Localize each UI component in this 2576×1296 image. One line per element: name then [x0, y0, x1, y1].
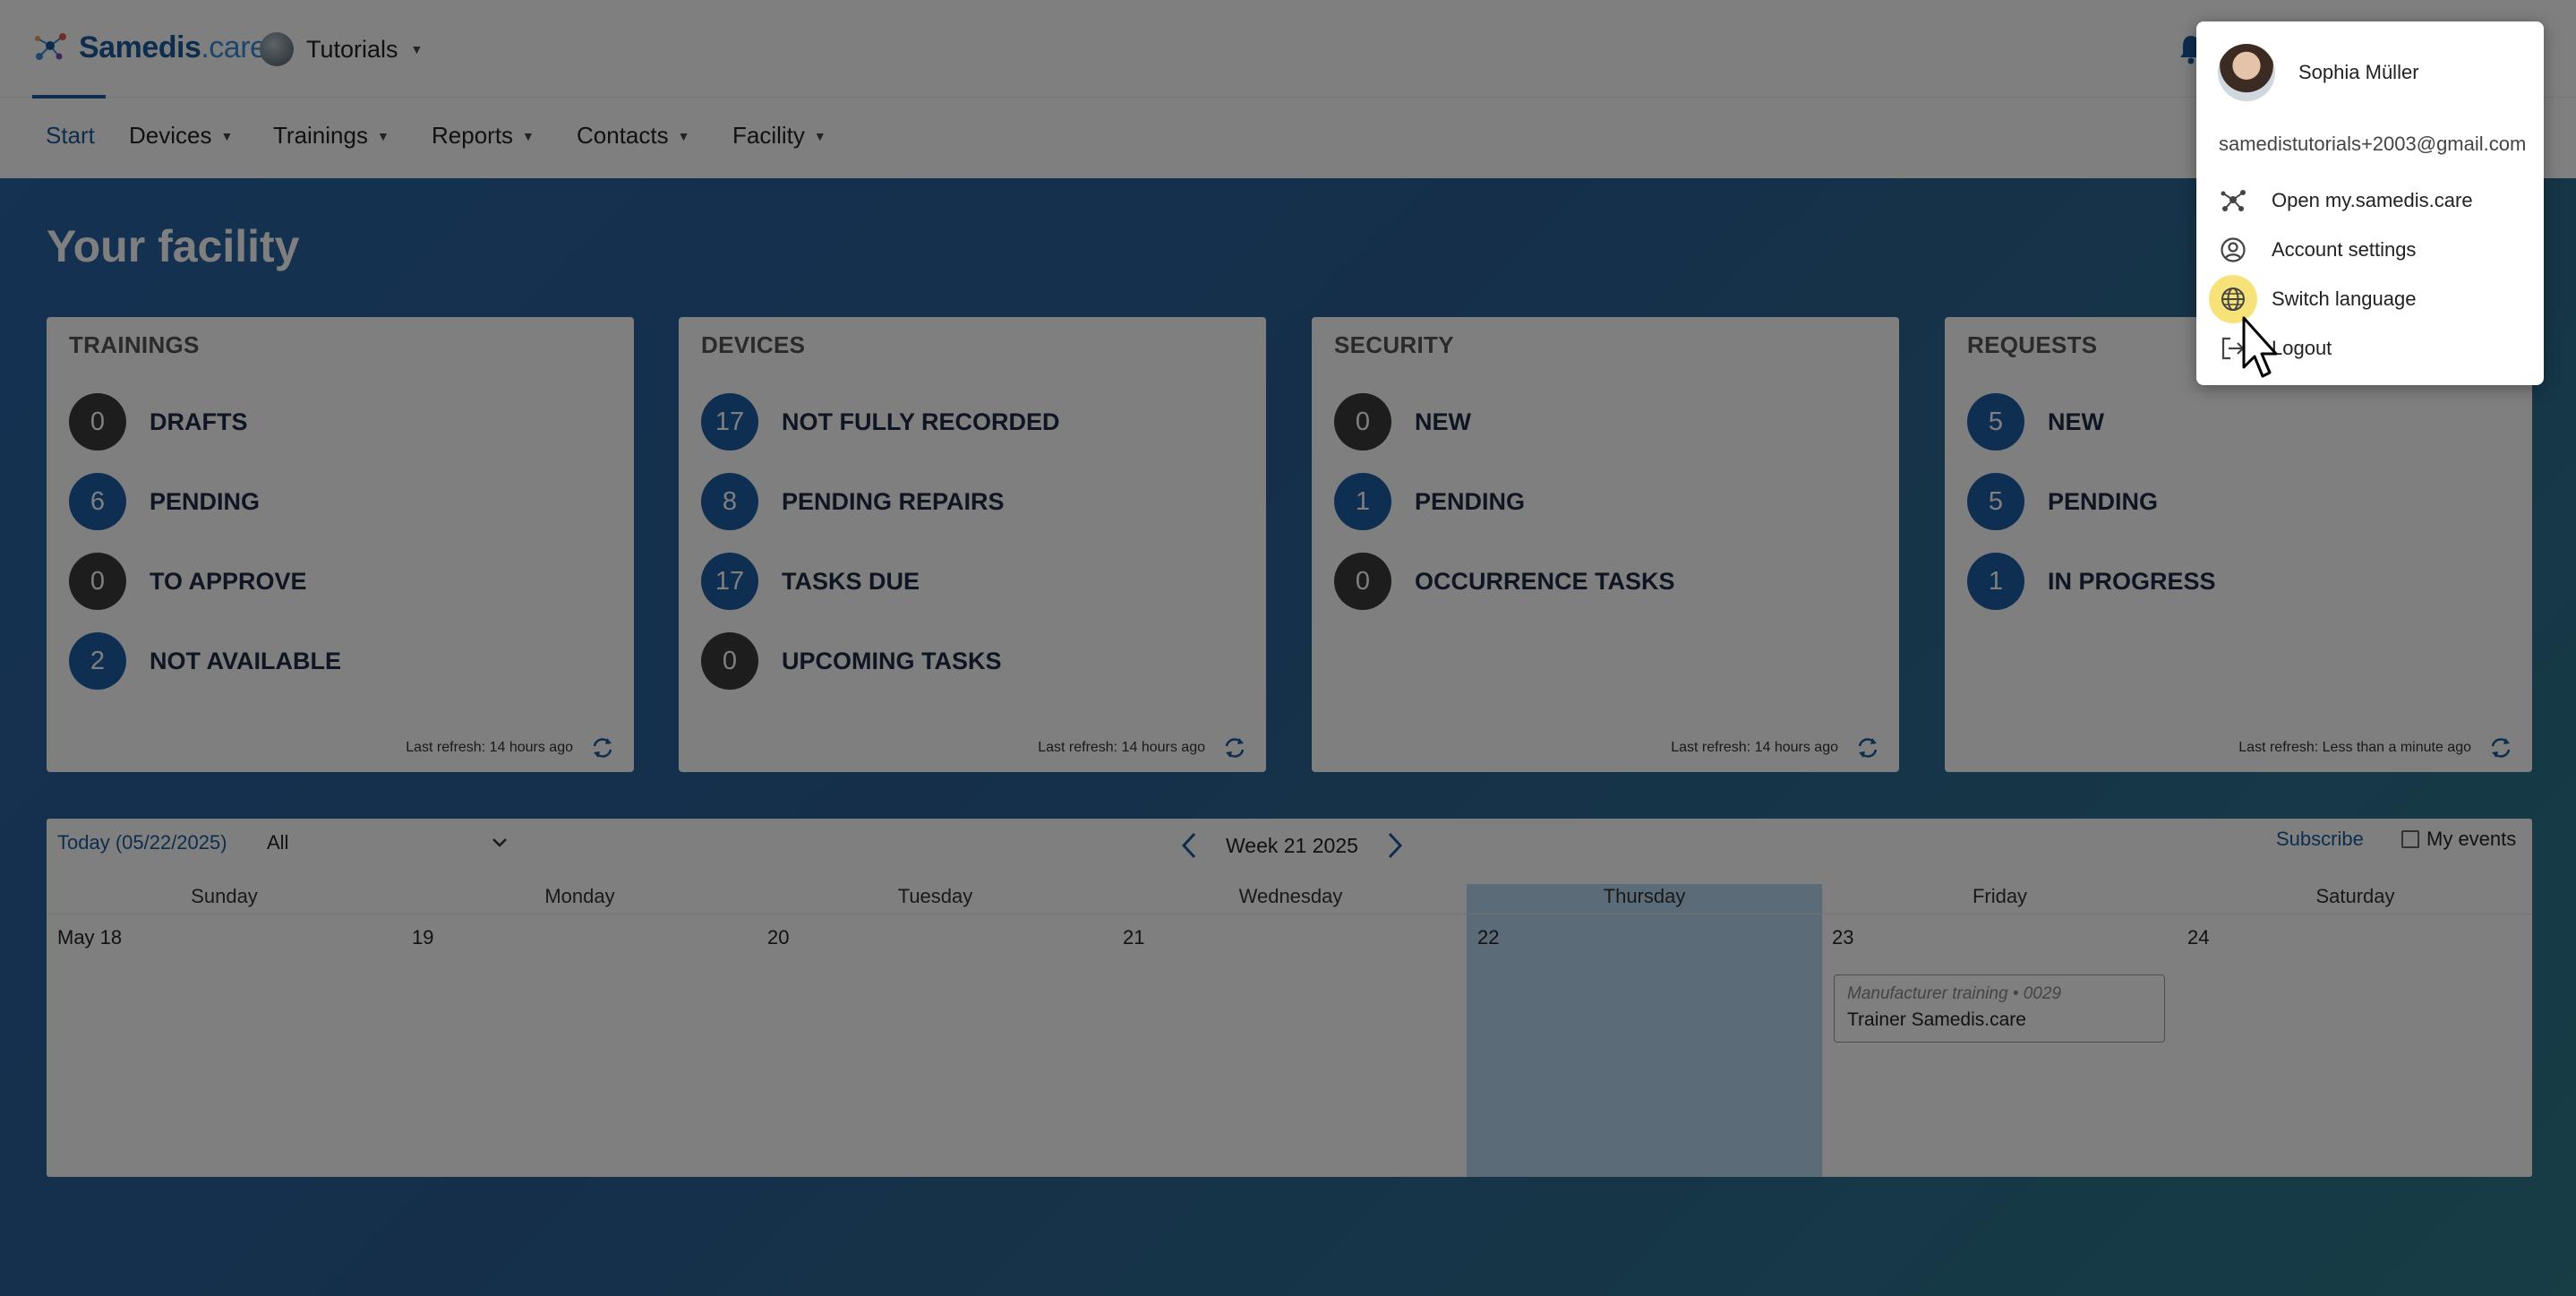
menu-item-label: Switch language: [2272, 288, 2417, 310]
network-logo-icon: [2221, 190, 2246, 211]
menu-item-label: Open my.samedis.care: [2272, 189, 2473, 211]
menu-item-label: Account settings: [2272, 238, 2417, 261]
user-name: Sophia Müller: [2298, 61, 2419, 83]
account-circle-icon: [2221, 237, 2246, 262]
menu-backdrop[interactable]: [0, 0, 2576, 1296]
user-avatar: [2218, 44, 2275, 101]
menu-user-header: Sophia Müller: [2218, 43, 2419, 102]
globe-icon: [2221, 288, 2245, 311]
user-email: samedistutorials+2003@gmail.com: [2219, 133, 2527, 155]
menu-item-account-settings[interactable]: Account settings: [2218, 232, 2416, 268]
menu-item-open-my-samedis[interactable]: Open my.samedis.care: [2218, 183, 2473, 219]
mouse-cursor-icon: [2242, 316, 2278, 378]
menu-item-switch-language[interactable]: Switch language: [2218, 281, 2416, 317]
menu-item-label: Logout: [2272, 337, 2332, 359]
